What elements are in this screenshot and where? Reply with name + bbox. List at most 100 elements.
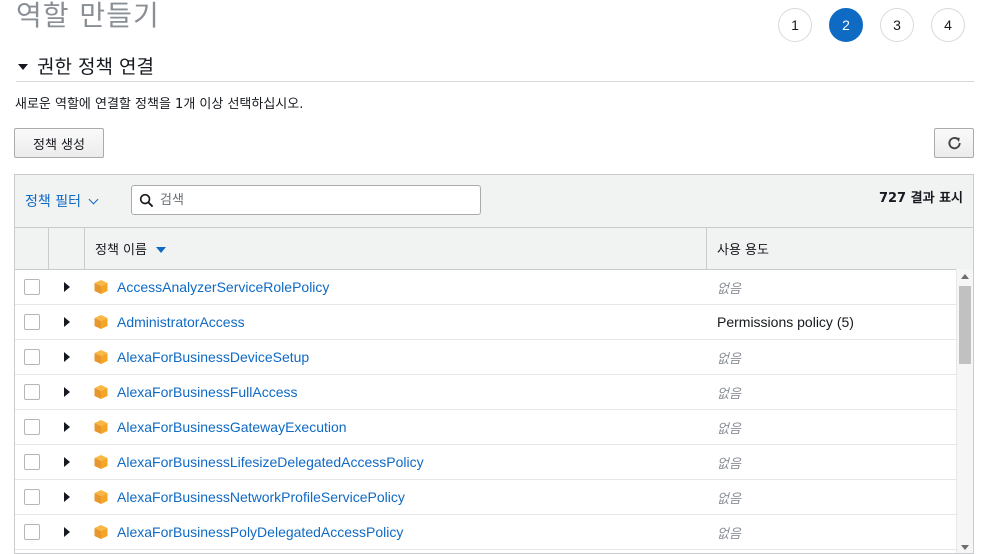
policy-name-cell: AlexaForBusinessFullAccess — [85, 375, 707, 409]
expand-cell — [49, 270, 85, 304]
expand-row-icon[interactable] — [64, 317, 70, 327]
table-row[interactable]: AccessAnalyzerServiceRolePolicy 없음 — [15, 270, 958, 305]
expand-row-icon[interactable] — [64, 422, 70, 432]
create-policy-button[interactable]: 정책 생성 — [14, 128, 104, 158]
row-checkbox[interactable] — [24, 489, 40, 505]
section-toggle[interactable]: 권한 정책 연결 — [16, 50, 974, 82]
policy-name-link[interactable]: AlexaForBusinessGatewayExecution — [117, 419, 347, 435]
step-1-button[interactable]: 1 — [778, 8, 812, 42]
table-row[interactable]: AlexaForBusinessPolyDelegatedAccessPolic… — [15, 515, 958, 550]
expand-cell — [49, 305, 85, 339]
policy-name-link[interactable]: AlexaForBusinessNetworkProfileServicePol… — [117, 489, 405, 505]
step-3-button[interactable]: 3 — [880, 8, 914, 42]
managed-policy-icon — [94, 385, 108, 399]
policy-name-link[interactable]: AlexaForBusinessFullAccess — [117, 384, 298, 400]
policy-name-cell: AlexaForBusinessDeviceSetup — [85, 340, 707, 374]
row-checkbox[interactable] — [24, 454, 40, 470]
table-body: AccessAnalyzerServiceRolePolicy 없음 Adminis… — [15, 270, 973, 550]
search-icon — [139, 193, 154, 207]
usage-cell: 없음 — [707, 340, 958, 374]
policy-name-cell: AlexaForBusinessGatewayExecution — [85, 410, 707, 444]
table-toolbar: 정책 필터 727 결과 표시 — [15, 175, 973, 228]
usage-cell: 없음 — [707, 480, 958, 514]
expand-cell — [49, 375, 85, 409]
row-checkbox[interactable] — [24, 314, 40, 330]
scroll-up-icon[interactable] — [961, 274, 969, 279]
column-label-usage: 사용 용도 — [717, 243, 769, 258]
usage-text: 없음 — [717, 281, 741, 297]
column-header-policy-name[interactable]: 정책 이름 — [85, 228, 707, 269]
table-row[interactable]: AlexaForBusinessLifesizeDelegatedAccessP… — [15, 445, 958, 480]
row-checkbox[interactable] — [24, 384, 40, 400]
usage-cell: 없음 — [707, 410, 958, 444]
expand-row-icon[interactable] — [64, 387, 70, 397]
wizard-steps: 1 2 3 4 — [778, 8, 965, 42]
managed-policy-icon — [94, 525, 108, 539]
usage-text: 없음 — [717, 526, 741, 542]
chevron-down-icon — [88, 194, 99, 204]
table-row[interactable]: AlexaForBusinessDeviceSetup 없음 — [15, 340, 958, 375]
scroll-down-icon[interactable] — [961, 545, 969, 550]
usage-text: 없음 — [717, 351, 741, 367]
select-cell — [15, 515, 49, 549]
usage-text: 없음 — [717, 386, 741, 402]
search-box — [131, 185, 481, 215]
expand-row-icon[interactable] — [64, 282, 70, 292]
usage-cell: 없음 — [707, 270, 958, 304]
page-title: 역할 만들기 — [16, 0, 160, 32]
section-title: 권한 정책 연결 — [37, 56, 154, 78]
row-checkbox[interactable] — [24, 524, 40, 540]
policy-table: 정책 필터 727 결과 표시 정책 이름 사용 용도 AccessAnalyz… — [14, 174, 974, 554]
header-expand-cell — [49, 228, 85, 269]
policy-name-link[interactable]: AlexaForBusinessDeviceSetup — [117, 349, 309, 365]
select-cell — [15, 305, 49, 339]
expand-row-icon[interactable] — [64, 492, 70, 502]
policy-name-link[interactable]: AlexaForBusinessPolyDelegatedAccessPolic… — [117, 524, 403, 540]
policy-name-link[interactable]: AlexaForBusinessLifesizeDelegatedAccessP… — [117, 454, 424, 470]
step-2-button[interactable]: 2 — [829, 8, 863, 42]
usage-text: Permissions policy (5) — [717, 314, 854, 330]
policy-name-cell: AdministratorAccess — [85, 305, 707, 339]
expand-row-icon[interactable] — [64, 457, 70, 467]
table-row[interactable]: AdministratorAccess Permissions policy (5… — [15, 305, 958, 340]
table-row[interactable]: AlexaForBusinessNetworkProfileServicePol… — [15, 480, 958, 515]
select-cell — [15, 445, 49, 479]
usage-cell: 없음 — [707, 375, 958, 409]
policy-name-cell: AccessAnalyzerServiceRolePolicy — [85, 270, 707, 304]
usage-cell: Permissions policy (5) — [707, 305, 958, 339]
managed-policy-icon — [94, 280, 108, 294]
column-label-policy-name: 정책 이름 — [95, 243, 147, 258]
refresh-icon — [947, 136, 961, 149]
policy-filter-dropdown[interactable]: 정책 필터 — [25, 191, 99, 211]
policy-name-cell: AlexaForBusinessNetworkProfileServicePol… — [85, 480, 707, 514]
section-description: 새로운 역할에 연결할 정책을 1개 이상 선택하십시오. — [15, 97, 304, 112]
scroll-thumb[interactable] — [959, 286, 971, 364]
select-cell — [15, 340, 49, 374]
usage-cell: 없음 — [707, 515, 958, 549]
policy-name-link[interactable]: AdministratorAccess — [117, 314, 245, 330]
table-header: 정책 이름 사용 용도 — [15, 228, 973, 270]
expand-row-icon[interactable] — [64, 527, 70, 537]
managed-policy-icon — [94, 315, 108, 329]
expand-row-icon[interactable] — [64, 352, 70, 362]
policy-name-link[interactable]: AccessAnalyzerServiceRolePolicy — [117, 279, 329, 295]
row-checkbox[interactable] — [24, 349, 40, 365]
policy-name-cell: AlexaForBusinessLifesizeDelegatedAccessP… — [85, 445, 707, 479]
refresh-button[interactable] — [934, 128, 974, 158]
managed-policy-icon — [94, 455, 108, 469]
search-input[interactable] — [158, 191, 462, 209]
usage-text: 없음 — [717, 456, 741, 472]
policy-name-cell: AlexaForBusinessPolyDelegatedAccessPolic… — [85, 515, 707, 549]
row-checkbox[interactable] — [24, 279, 40, 295]
managed-policy-icon — [94, 350, 108, 364]
caret-down-icon — [18, 63, 28, 70]
table-row[interactable]: AlexaForBusinessFullAccess 없음 — [15, 375, 958, 410]
sort-descending-icon — [155, 246, 166, 253]
step-4-button[interactable]: 4 — [931, 8, 965, 42]
expand-cell — [49, 445, 85, 479]
row-checkbox[interactable] — [24, 419, 40, 435]
table-scrollbar[interactable] — [956, 269, 973, 553]
expand-cell — [49, 410, 85, 444]
usage-text: 없음 — [717, 491, 741, 507]
table-row[interactable]: AlexaForBusinessGatewayExecution 없음 — [15, 410, 958, 445]
